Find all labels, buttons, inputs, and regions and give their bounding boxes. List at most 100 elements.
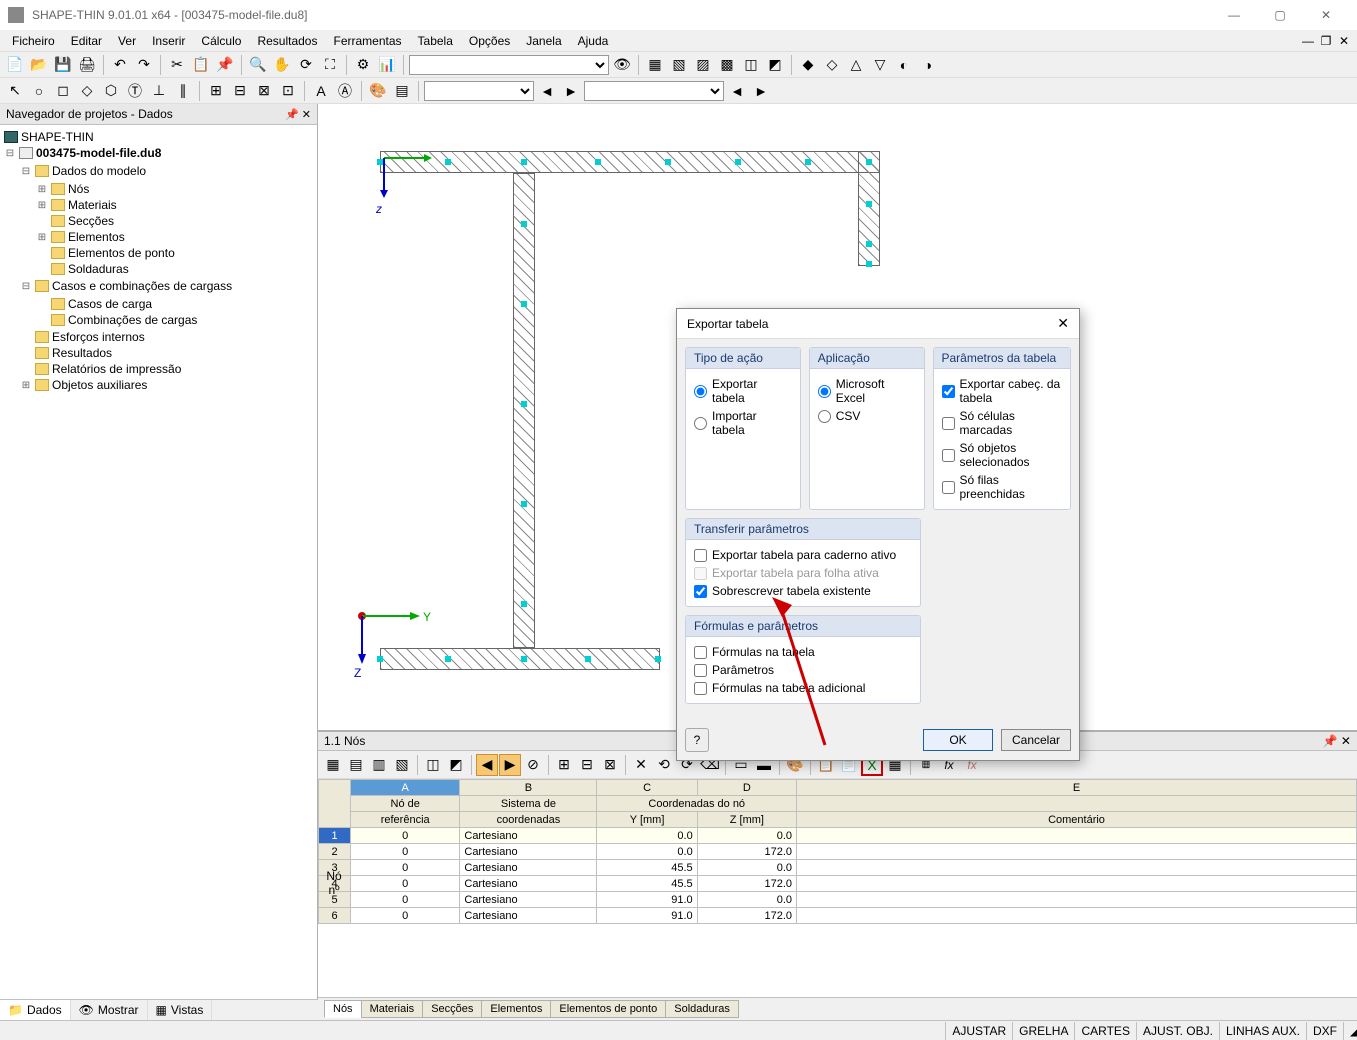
tree-relatorios[interactable]: Relatórios de impressão	[52, 362, 181, 376]
close-button[interactable]: ✕	[1303, 0, 1349, 30]
chk-caderno[interactable]: Exportar tabela para caderno ativo	[694, 546, 912, 564]
tt-10[interactable]: ⊠	[599, 754, 621, 776]
menu-tabela[interactable]: Tabela	[410, 32, 461, 50]
tt-6[interactable]: ◩	[445, 754, 467, 776]
tree-resultados[interactable]: Resultados	[52, 346, 112, 360]
chk-filas[interactable]: Só filas preenchidas	[942, 471, 1063, 503]
col-letter-C[interactable]: C	[597, 780, 697, 796]
tb-misc-2[interactable]: ▧	[668, 54, 690, 76]
tree-elementos[interactable]: Elementos	[68, 230, 125, 244]
tb2-12[interactable]: ⊡	[277, 80, 299, 102]
col-letter-D[interactable]: D	[697, 780, 796, 796]
tt-hl1[interactable]: ◀	[476, 754, 498, 776]
tb2-5[interactable]: ⬡	[100, 80, 122, 102]
tb-results[interactable]: 📊	[376, 54, 398, 76]
tb2-14[interactable]: Ⓐ	[334, 80, 356, 102]
tt-9[interactable]: ⊟	[576, 754, 598, 776]
dialog-ok-button[interactable]: OK	[923, 729, 993, 751]
navigator-tree[interactable]: SHAPE-THIN ⊟003475-model-file.du8 ⊟Dados…	[0, 125, 317, 1020]
tb-undo[interactable]: ↶	[109, 54, 131, 76]
data-grid[interactable]: A B C D E Nó de Sistema de Coordenadas d…	[318, 779, 1357, 924]
tb-print[interactable]: 🖨	[76, 54, 98, 76]
table-tab-materiais[interactable]: Materiais	[361, 1000, 424, 1018]
menu-editar[interactable]: Editar	[63, 32, 110, 50]
tt-5[interactable]: ◫	[422, 754, 444, 776]
table-row[interactable]: 3 0 Cartesiano 45.5 0.0	[319, 860, 1357, 876]
tt-hl2[interactable]: ▶	[499, 754, 521, 776]
table-tab-seccoes[interactable]: Secções	[422, 1000, 482, 1018]
tree-elementos-ponto[interactable]: Elementos de ponto	[68, 246, 175, 260]
tb2-16[interactable]: ▤	[391, 80, 413, 102]
tb2-9[interactable]: ⊞	[205, 80, 227, 102]
tb2-1[interactable]: ↖	[4, 80, 26, 102]
tb2-15[interactable]: 🎨	[367, 80, 389, 102]
tb-cut[interactable]: ✂	[166, 54, 188, 76]
tb2-nav-prev2[interactable]: ◄	[726, 80, 748, 102]
tb-copy[interactable]: 📋	[190, 54, 212, 76]
radio-csv[interactable]: CSV	[818, 407, 916, 425]
menu-ver[interactable]: Ver	[110, 32, 144, 50]
tt-1[interactable]: ▦	[322, 754, 344, 776]
navtab-vistas[interactable]: ▦ Vistas	[148, 1000, 213, 1020]
tb2-combo-1[interactable]	[424, 81, 534, 101]
tb-fit[interactable]: ⛶	[319, 54, 341, 76]
tt-3[interactable]: ▥	[368, 754, 390, 776]
tb2-nav-prev[interactable]: ◄	[536, 80, 558, 102]
col-letter-A[interactable]: A	[351, 780, 460, 796]
status-cartes[interactable]: CARTES	[1074, 1022, 1135, 1040]
table-row[interactable]: 2 0 Cartesiano 0.0 172.0	[319, 844, 1357, 860]
navigator-pin-icon[interactable]: 📌 ✕	[285, 108, 311, 121]
tb-combo-1[interactable]	[409, 55, 609, 75]
tt-7[interactable]: ⊘	[522, 754, 544, 776]
col-letter-B[interactable]: B	[460, 780, 597, 796]
tb-misc-7[interactable]: ◆	[797, 54, 819, 76]
tt-2[interactable]: ▤	[345, 754, 367, 776]
chk-formulas-tabela[interactable]: Fórmulas na tabela	[694, 643, 912, 661]
tree-combinacoes[interactable]: Combinações de cargas	[68, 313, 197, 327]
menu-ficheiro[interactable]: Ficheiro	[4, 32, 63, 50]
tree-file[interactable]: 003475-model-file.du8	[36, 146, 161, 160]
mdi-close[interactable]: ✕	[1335, 34, 1353, 48]
radio-importar[interactable]: Importar tabela	[694, 407, 792, 439]
tb2-6[interactable]: Ⓣ	[124, 80, 146, 102]
tree-casos[interactable]: Casos e combinações de cargass	[52, 279, 232, 293]
tt-8[interactable]: ⊞	[553, 754, 575, 776]
chk-sobrescrever[interactable]: Sobrescrever tabela existente	[694, 582, 912, 600]
tb-calc[interactable]: ⚙	[352, 54, 374, 76]
chk-celulas[interactable]: Só células marcadas	[942, 407, 1063, 439]
tb-misc-12[interactable]: ◑	[917, 54, 939, 76]
status-dxf[interactable]: DXF	[1306, 1022, 1343, 1040]
table-row[interactable]: 5 0 Cartesiano 91.0 0.0	[319, 892, 1357, 908]
table-tab-soldaduras[interactable]: Soldaduras	[665, 1000, 739, 1018]
tree-esforcos[interactable]: Esforços internos	[52, 330, 145, 344]
table-tab-elementos[interactable]: Elementos	[481, 1000, 551, 1018]
tt-4[interactable]: ▧	[391, 754, 413, 776]
chk-cabec[interactable]: Exportar cabeç. da tabela	[942, 375, 1063, 407]
chk-parametros[interactable]: Parâmetros	[694, 661, 912, 679]
tb-misc-4[interactable]: ▩	[716, 54, 738, 76]
tb-save[interactable]: 💾	[52, 54, 74, 76]
tree-dados[interactable]: Dados do modelo	[52, 164, 146, 178]
tb-rotate[interactable]: ⟳	[295, 54, 317, 76]
menu-ferramentas[interactable]: Ferramentas	[325, 32, 409, 50]
tb2-combo-2[interactable]	[584, 81, 724, 101]
status-linhas-aux[interactable]: LINHAS AUX.	[1219, 1022, 1306, 1040]
status-ajust-obj[interactable]: AJUST. OBJ.	[1136, 1022, 1219, 1040]
minimize-button[interactable]: —	[1211, 0, 1257, 30]
tb-misc-6[interactable]: ◩	[764, 54, 786, 76]
table-row[interactable]: 1 0 Cartesiano 0.0 0.0	[319, 828, 1357, 844]
radio-excel[interactable]: Microsoft Excel	[818, 375, 916, 407]
tb-misc-11[interactable]: ◐	[893, 54, 915, 76]
tb-misc-8[interactable]: ◇	[821, 54, 843, 76]
tb-zoom[interactable]: 🔍	[247, 54, 269, 76]
tb2-11[interactable]: ⊠	[253, 80, 275, 102]
tb-new[interactable]: 📄	[4, 54, 26, 76]
status-ajustar[interactable]: AJUSTAR	[945, 1022, 1012, 1040]
tb-misc-9[interactable]: △	[845, 54, 867, 76]
menu-opcoes[interactable]: Opções	[461, 32, 518, 50]
chk-formulas-adicional[interactable]: Fórmulas na tabela adicional	[694, 679, 912, 697]
table-tab-elem-ponto[interactable]: Elementos de ponto	[550, 1000, 666, 1018]
tb-misc-3[interactable]: ▨	[692, 54, 714, 76]
tb-misc-5[interactable]: ◫	[740, 54, 762, 76]
table-panel-pin[interactable]: 📌 ✕	[1323, 734, 1351, 748]
